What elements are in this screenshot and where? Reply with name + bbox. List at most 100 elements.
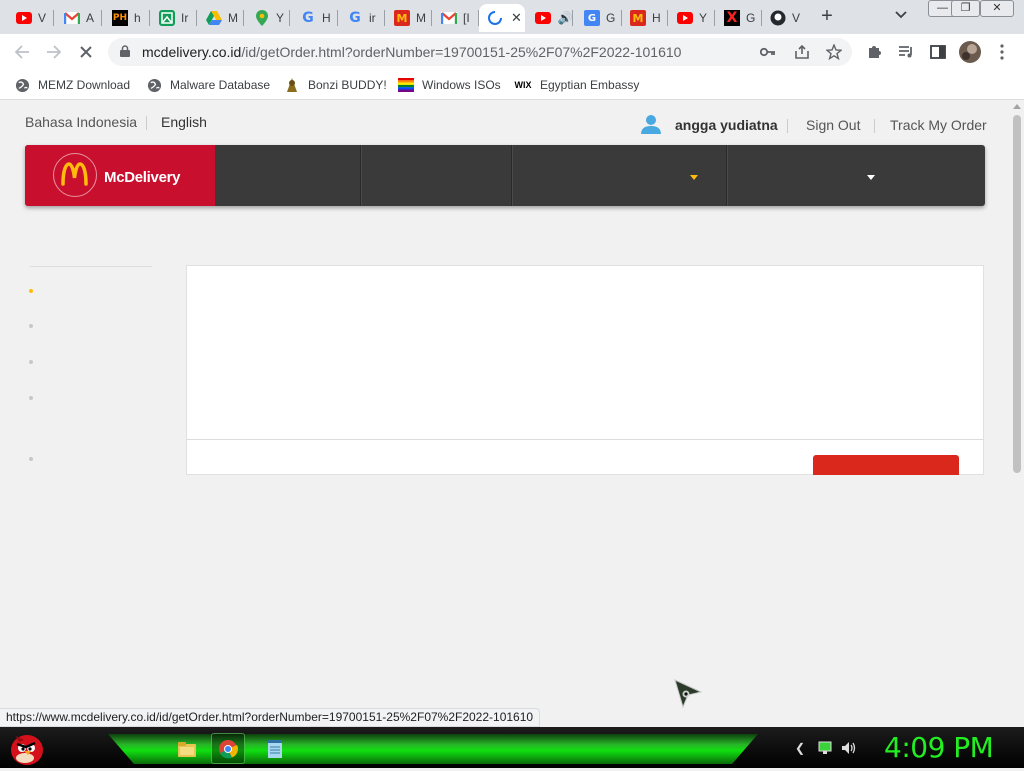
tab-title: Y [699,11,708,25]
close-tab-icon[interactable]: ✕ [511,10,522,26]
browser-tab[interactable]: X G [716,4,762,32]
bookmark-label: Malware Database [170,78,271,92]
side-panel-icon[interactable] [928,42,948,62]
key-icon[interactable] [758,42,778,62]
loading-spinner-icon [487,10,503,26]
new-tab-button[interactable]: + [816,6,838,28]
scrollbar-thumb[interactable] [1013,115,1021,473]
browser-tab[interactable]: M M [386,4,432,32]
wix-icon: WIX [514,80,532,90]
address-bar[interactable]: mcdelivery.co.id/id/getOrder.html?orderN… [108,38,852,66]
tab-title: ir [369,11,376,25]
track-order-link[interactable]: Track My Order [890,117,987,133]
bookmark-item[interactable]: WIX Egyptian Embassy [514,76,640,94]
bookmark-label: Windows ISOs [422,78,501,92]
sidebar-bullet[interactable] [29,396,33,400]
youtube-icon [535,10,551,26]
browser-tab[interactable]: A [56,4,102,32]
language-english-link[interactable]: English [161,114,207,130]
sidebar-divider [30,266,152,267]
link-status-bubble: https://www.mcdelivery.co.id/id/getOrder… [0,708,541,727]
notepad-taskbar-icon[interactable] [258,733,292,764]
tab-title: G [606,11,616,25]
divider [787,119,788,133]
url-host: mcdelivery.co.id [142,44,242,60]
browser-tab[interactable]: PH h [104,4,150,32]
browser-tab[interactable]: M [198,4,244,32]
nav-divider [511,145,513,206]
mcdonalds-logo-icon [53,153,97,197]
maximize-window-button[interactable]: ❐ [951,0,980,17]
browser-tab[interactable]: M H [622,4,668,32]
bookmark-item[interactable]: Windows ISOs [398,76,501,94]
sign-out-link[interactable]: Sign Out [806,117,860,133]
network-icon[interactable] [817,740,833,756]
sidebar-bullet[interactable] [29,360,33,364]
page-scrollbar[interactable] [1010,101,1024,727]
profile-avatar[interactable] [958,40,982,64]
browser-tab[interactable]: 🔊 [527,4,573,32]
gmail-icon [64,10,80,26]
speaker-icon[interactable]: 🔊 [557,10,573,26]
mcdonalds-icon: M [630,10,646,26]
browser-tab[interactable]: G H [292,4,338,32]
taskbar-green-band [108,734,758,764]
tab-title: h [134,11,141,25]
nav-item-dropdown[interactable] [729,145,985,206]
sidebar-bullet[interactable] [29,324,33,328]
sidebar-bullet-active[interactable] [29,289,33,293]
nav-item[interactable] [363,145,511,206]
browser-tab[interactable]: V [8,4,54,32]
lock-icon[interactable] [120,45,130,57]
back-button[interactable] [12,42,32,62]
chrome-menu-icon[interactable] [992,42,1012,62]
scroll-up-icon[interactable] [1013,104,1021,109]
bookmark-item[interactable]: Bonzi BUDDY! [284,76,387,94]
extensions-icon[interactable] [864,42,884,62]
browser-tab[interactable]: G G [576,4,622,32]
taskbar-clock[interactable]: 4:09 PM [884,731,994,764]
browser-toolbar: mcdelivery.co.id/id/getOrder.html?orderN… [0,34,1024,70]
browser-tab[interactable]: G ir [339,4,385,32]
brand-logo-link[interactable]: McDelivery [25,145,215,206]
page-viewport: Bahasa Indonesia English angga yudiatna … [0,101,1010,727]
x-twitter-icon: X [724,10,740,26]
primary-action-button[interactable] [813,455,959,475]
bookmark-item[interactable]: MEMZ Download [14,76,130,94]
rainbow-flag-icon [398,77,414,93]
sidebar-bullet[interactable] [29,457,33,461]
show-hidden-icons-icon[interactable]: ❮ [792,740,808,756]
nav-item[interactable] [217,145,360,206]
globe-icon [14,77,30,93]
share-icon[interactable] [792,42,812,62]
divider [874,119,875,133]
image-editor-icon [159,10,175,26]
bookmark-star-icon[interactable] [824,42,844,62]
browser-tab[interactable]: [I [433,4,479,32]
tab-title: H [322,11,331,25]
browser-tab[interactable]: V [762,4,808,32]
tab-title: [I [463,11,470,25]
browser-tab[interactable]: Y [669,4,715,32]
file-explorer-taskbar-icon[interactable] [170,733,204,764]
nav-item-dropdown[interactable] [514,145,726,206]
close-window-button[interactable]: ✕ [980,0,1014,17]
forward-button[interactable] [44,42,64,62]
browser-tab[interactable]: Y [246,4,290,32]
youtube-icon [16,10,32,26]
browser-tab-active[interactable]: ✕ [479,4,525,32]
start-button-angry-bird-icon[interactable] [6,728,48,768]
tab-title: Ir [181,11,189,25]
language-bahasa-link[interactable]: Bahasa Indonesia [25,114,137,130]
stop-loading-button[interactable] [76,42,96,62]
tab-search-icon[interactable] [894,8,914,26]
chevron-down-icon [867,175,875,180]
chrome-taskbar-icon[interactable] [211,733,245,764]
volume-icon[interactable] [841,740,857,756]
url-text[interactable]: mcdelivery.co.id/id/getOrder.html?orderN… [142,44,681,60]
browser-tab[interactable]: Ir [151,4,197,32]
media-control-icon[interactable] [896,42,916,62]
bookmark-item[interactable]: Malware Database [146,76,270,94]
tab-title: H [652,11,661,25]
github-icon [770,10,786,26]
